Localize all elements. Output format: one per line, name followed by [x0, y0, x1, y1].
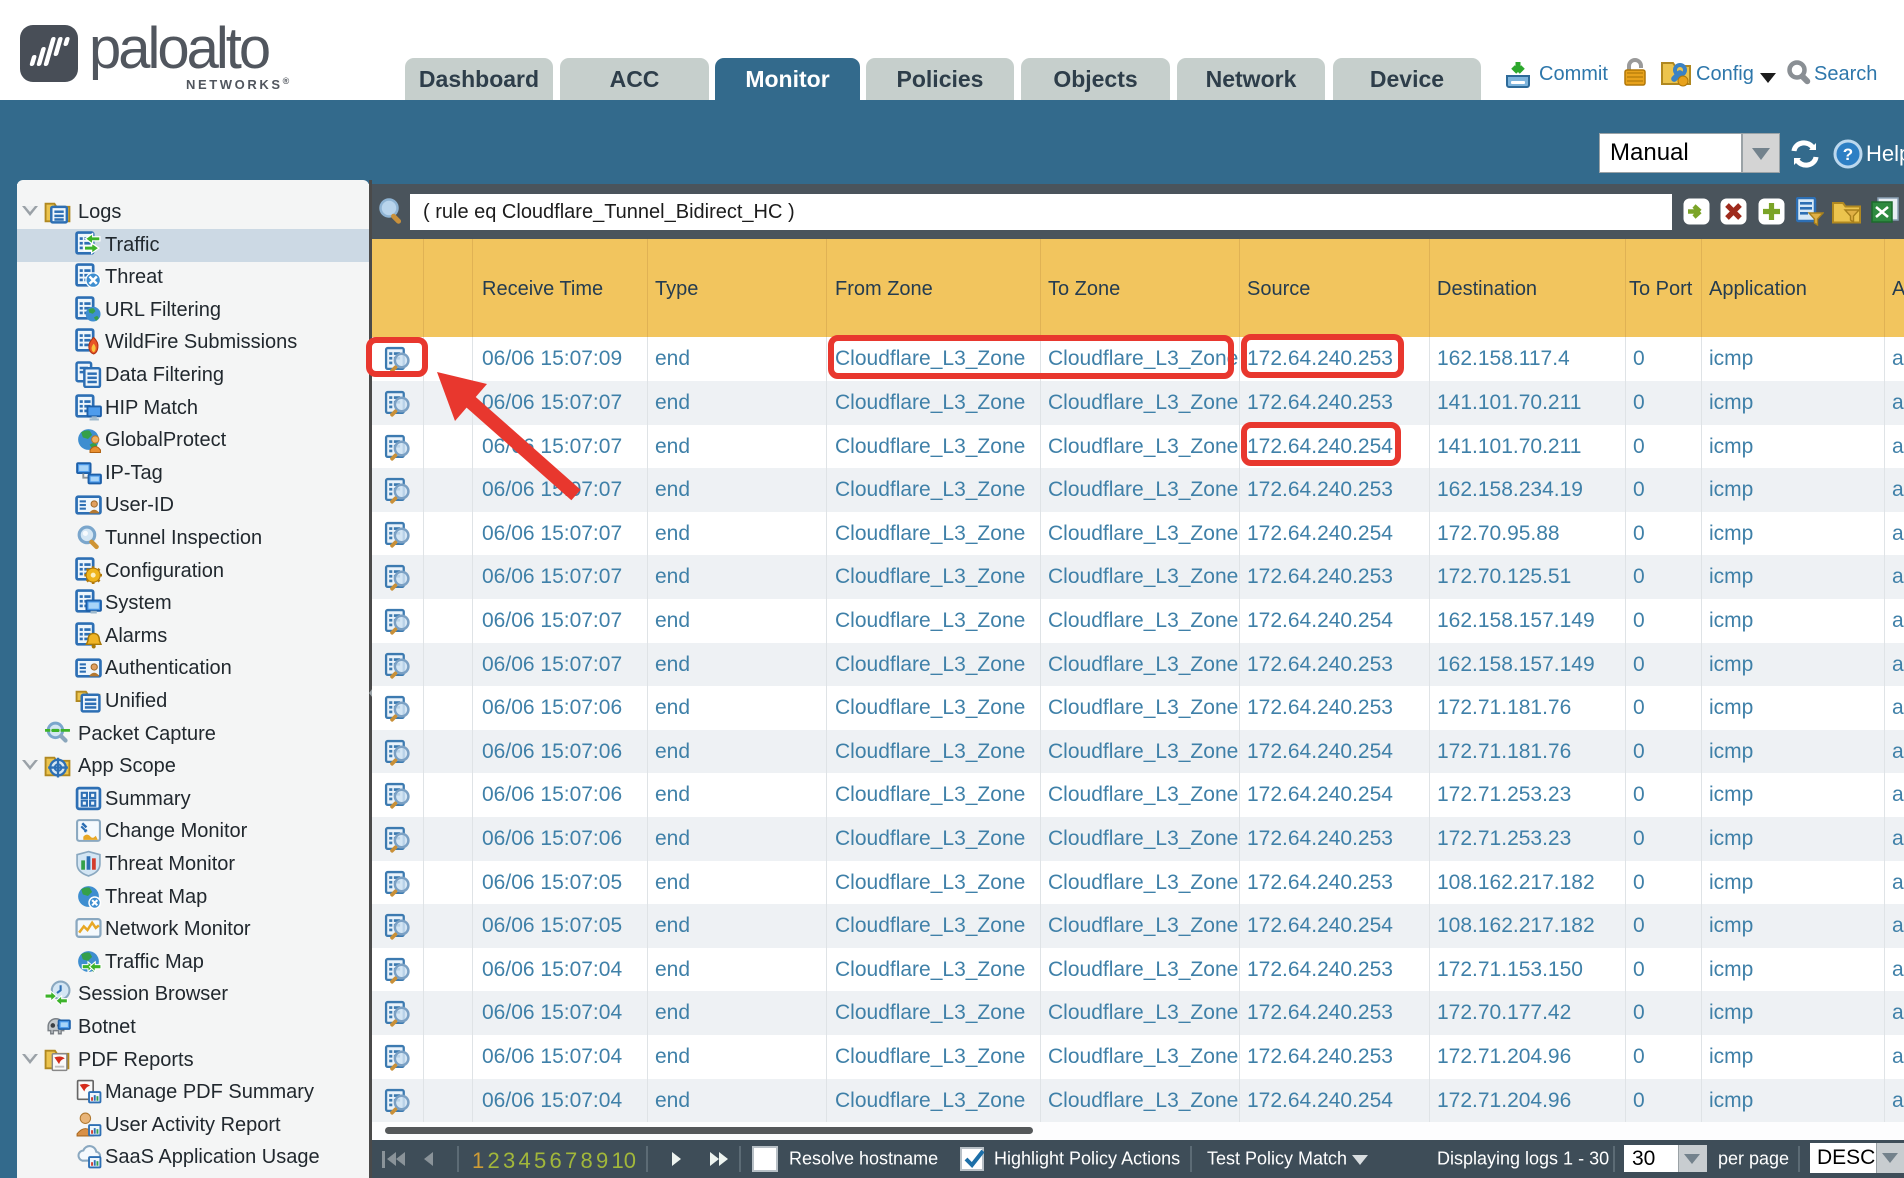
svg-text:?: ? — [1843, 145, 1853, 164]
